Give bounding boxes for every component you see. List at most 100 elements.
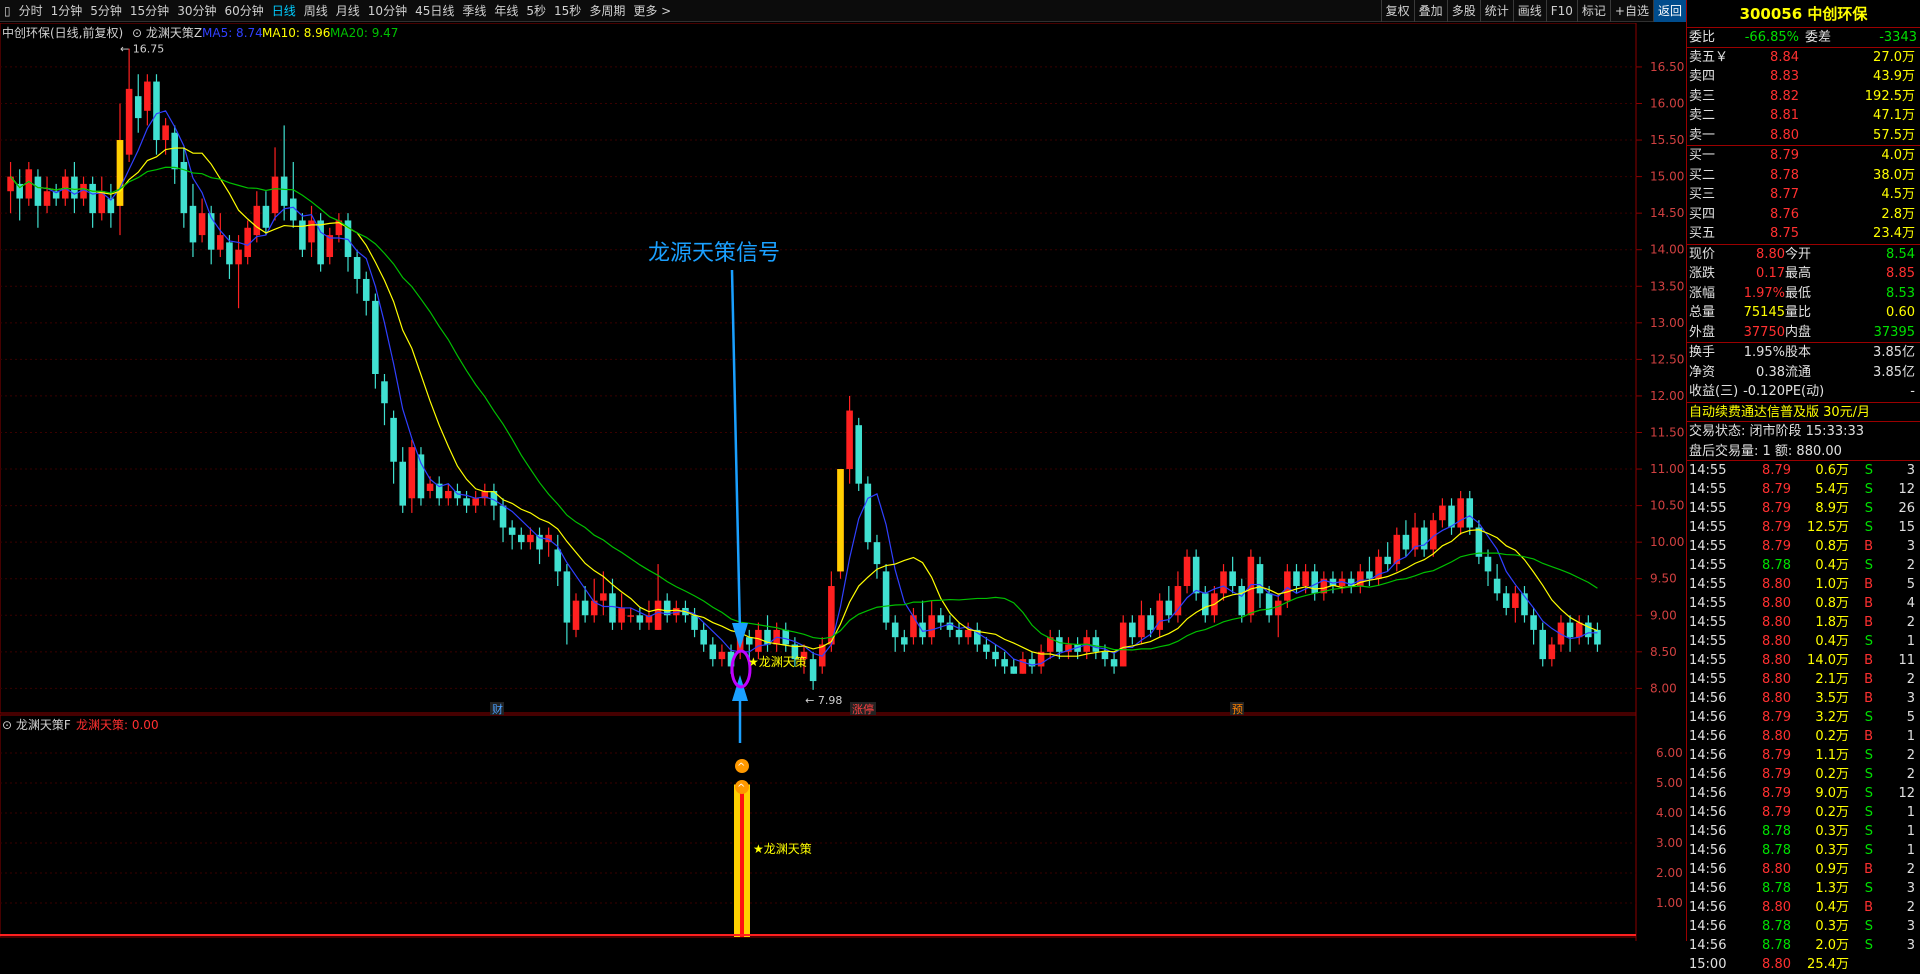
cell: 8.80 <box>1762 862 1791 877</box>
candle-body <box>171 132 179 170</box>
candle-body <box>271 176 279 214</box>
cell: 12 <box>1898 482 1915 497</box>
ma5-label: MA5: 8.74 <box>202 26 263 40</box>
cell: 8.79 <box>1762 786 1791 801</box>
cell <box>1849 955 1873 974</box>
sub-y-tick: 1.00 <box>1656 896 1683 910</box>
period-tab-0[interactable]: 分时 <box>15 0 47 22</box>
period-tab-2[interactable]: 5分钟 <box>86 0 126 22</box>
candle-body <box>1229 571 1236 587</box>
tick-row: 14:56 8.80 0.9万 B 2 <box>1687 860 1920 879</box>
candle-body <box>1174 586 1182 616</box>
candle-body <box>964 629 972 638</box>
cell: 8.81 <box>1770 108 1799 123</box>
cell: S <box>1864 767 1873 782</box>
candle-body <box>864 483 872 543</box>
toolbar-button-0[interactable]: 复权 <box>1380 0 1414 22</box>
candle-body <box>381 381 388 404</box>
cell: 8.84 <box>1770 49 1799 65</box>
cell: 2 <box>1906 672 1915 687</box>
y-tick-label: 8.50 <box>1650 645 1677 659</box>
period-tab-16[interactable]: 更多 > <box>629 0 675 22</box>
period-tab-4[interactable]: 30分钟 <box>173 0 220 22</box>
candle-body <box>1256 564 1264 594</box>
toolbar-button-7[interactable]: +自选 <box>1609 0 1653 22</box>
candle-body <box>1566 622 1574 638</box>
cell: 2 <box>1906 558 1915 573</box>
cell: 现价 <box>1689 246 1716 262</box>
toolbar-button-6[interactable]: 标记 <box>1576 0 1610 22</box>
y-tick-label: 14.50 <box>1650 206 1684 220</box>
candle-body <box>125 88 133 155</box>
period-tab-3[interactable]: 15分钟 <box>126 0 173 22</box>
period-tab-11[interactable]: 季线 <box>458 0 490 22</box>
cell: 14:55 <box>1689 501 1727 516</box>
toolbar-button-8[interactable]: 返回 <box>1652 0 1686 22</box>
period-tab-14[interactable]: 15秒 <box>550 0 585 22</box>
period-tab-6[interactable]: 日线 <box>268 0 300 22</box>
cell: 14:55 <box>1689 482 1727 497</box>
period-tab-5[interactable]: 60分钟 <box>220 0 267 22</box>
cell: 14.0万 <box>1807 653 1849 668</box>
cell: 14:56 <box>1689 938 1727 953</box>
cell: S <box>1864 824 1873 839</box>
cell: 8.80 <box>1756 246 1785 262</box>
period-tab-12[interactable]: 年线 <box>490 0 522 22</box>
candle-body <box>1284 571 1291 601</box>
candle-body <box>299 220 306 250</box>
period-tab-1[interactable]: 1分钟 <box>47 0 87 22</box>
y-tick-label: 16.00 <box>1650 96 1684 110</box>
candle-body <box>280 176 288 206</box>
cell: 换手 <box>1689 345 1716 360</box>
cell: 23.4万 <box>1873 226 1915 241</box>
cell: S <box>1864 501 1873 516</box>
up-chevron-icon-glyph: ^ <box>737 762 745 773</box>
y-tick-label: 13.50 <box>1650 279 1684 293</box>
cell: 14:56 <box>1689 729 1727 744</box>
toolbar-button-2[interactable]: 多股 <box>1446 0 1480 22</box>
candle-body <box>901 637 908 645</box>
cell: S <box>1864 634 1873 649</box>
candle-body <box>1484 556 1492 572</box>
candle-body <box>1001 659 1008 667</box>
cell: 0.4万 <box>1815 900 1849 915</box>
period-tab-7[interactable]: 周线 <box>300 0 332 22</box>
tick-row: 14:55 8.80 0.8万 B 4 <box>1687 594 1920 613</box>
cell: B <box>1864 691 1873 706</box>
ask-row: 卖一 8.80 57.5万 <box>1687 126 1920 146</box>
cell: 卖二 <box>1689 108 1716 123</box>
y-tick-label: 11.50 <box>1650 425 1684 439</box>
cell: 26 <box>1898 501 1915 516</box>
cell: 8.79 <box>1762 710 1791 725</box>
candle-body <box>745 637 753 645</box>
toolbar-button-1[interactable]: 叠加 <box>1413 0 1447 22</box>
candle-body <box>1493 578 1501 594</box>
period-tab-8[interactable]: 月线 <box>332 0 364 22</box>
sub-y-tick: 6.00 <box>1656 746 1683 760</box>
candle-body <box>563 571 571 623</box>
cell: 涨幅 <box>1689 285 1716 301</box>
period-tab-13[interactable]: 5秒 <box>522 0 550 22</box>
cell: 8.76 <box>1770 206 1799 222</box>
candle-body <box>1502 593 1510 608</box>
cell: 8.80 <box>1762 634 1791 649</box>
cell: 流通 <box>1785 364 1812 380</box>
toolbar-button-5[interactable]: F10 <box>1545 0 1577 22</box>
cell: 8.83 <box>1770 69 1799 84</box>
cell: 8.79 <box>1762 767 1791 782</box>
tick-row: 14:55 8.80 0.4万 S 1 <box>1687 632 1920 651</box>
cell: -66.85% <box>1744 30 1799 45</box>
candle-body <box>873 542 881 565</box>
cell: 15 <box>1898 520 1915 535</box>
toolbar-button-3[interactable]: 统计 <box>1479 0 1513 22</box>
menu-icon[interactable]: ▯ <box>0 0 15 22</box>
cell: 1.8万 <box>1815 615 1849 630</box>
period-tab-9[interactable]: 10分钟 <box>364 0 411 22</box>
cell: 12.5万 <box>1807 520 1849 535</box>
y-tick-label: 11.00 <box>1650 462 1684 476</box>
period-tab-10[interactable]: 45日线 <box>411 0 458 22</box>
tick-row: 14:55 8.80 1.0万 B 5 <box>1687 575 1920 594</box>
period-tab-15[interactable]: 多周期 <box>585 0 629 22</box>
toolbar-button-4[interactable]: 画线 <box>1512 0 1546 22</box>
candle-body <box>755 629 762 652</box>
